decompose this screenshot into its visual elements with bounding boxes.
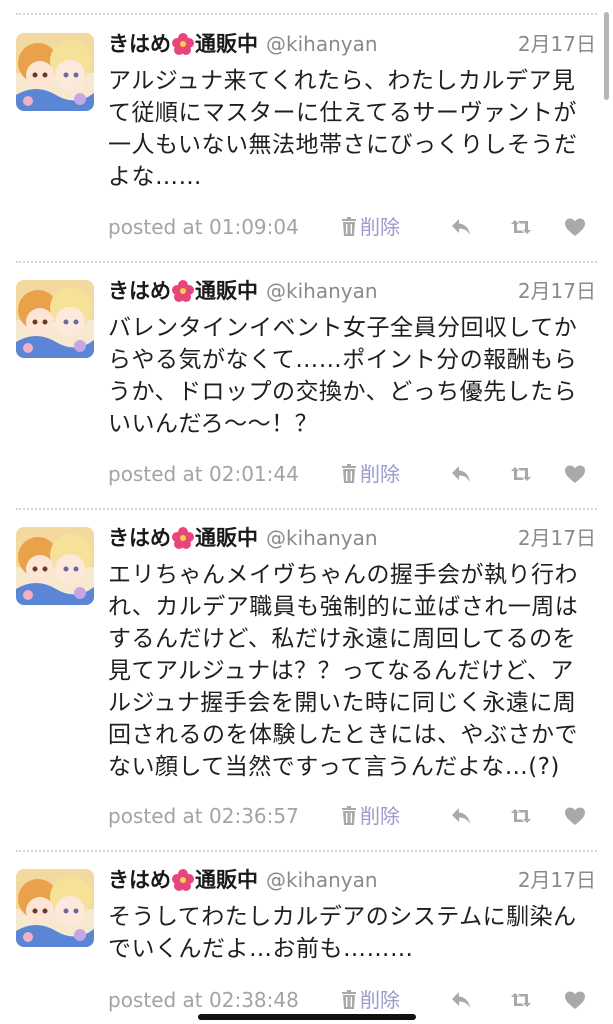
tweet-date[interactable]: 2月17日 — [518, 27, 596, 61]
tweet-header: きはめ 通販中 @kihanyan 2月17日 — [108, 863, 596, 897]
tweet-text: そうしてわたしカルデアのシステムに馴染ん でいくんだよ…お前も……… — [108, 901, 598, 965]
retweet-icon[interactable] — [509, 988, 533, 1012]
hibiscus-icon — [172, 33, 194, 55]
tweet-divider — [16, 850, 597, 852]
delete-button[interactable]: 削除 — [341, 799, 400, 833]
retweet-icon[interactable] — [509, 215, 533, 239]
posted-time: posted at 01:09:04 — [108, 215, 299, 239]
tweet-line: エリちゃんメイヴちゃんの握手会が執り行わ — [108, 562, 578, 588]
tweet-line: れ、カルデア職員も強制的に並ばされ一周は — [108, 594, 579, 620]
handle[interactable]: @kihanyan — [266, 32, 378, 56]
tweet-footer: posted at 02:38:48 削除 — [108, 983, 596, 1017]
tweet-line: て従順にマスターに仕えてるサーヴァントが — [108, 100, 577, 126]
display-name[interactable]: きはめ 通販中 — [108, 32, 258, 56]
trash-icon — [342, 806, 356, 825]
top-divider — [16, 13, 597, 15]
tweet-text: バレンタインイベント女子全員分回収してか らやる気がなくて……ポイント分の報酬も… — [108, 312, 598, 440]
display-name[interactable]: きはめ 通販中 — [108, 279, 258, 303]
tweet-line: 回されるのを体験したときには、やぶさかで — [108, 722, 578, 748]
trash-icon — [342, 217, 356, 236]
reply-icon[interactable] — [449, 804, 473, 828]
tweet-date[interactable]: 2月17日 — [518, 274, 596, 308]
tweet-line: 一人もいない無法地帯さにびっくりしそうだ — [108, 132, 578, 158]
heart-icon[interactable] — [563, 804, 587, 828]
scrollbar[interactable] — [604, 12, 609, 100]
tweet-line: アルジュナ来てくれたら、わたしカルデア見 — [108, 68, 576, 94]
tweet-line: 見てアルジュナは？？ってなるんだけど、ア — [108, 658, 574, 684]
trash-icon — [342, 990, 356, 1009]
tweet-text: アルジュナ来てくれたら、わたしカルデア見 て従順にマスターに仕えてるサーヴァント… — [108, 65, 598, 193]
handle[interactable]: @kihanyan — [266, 279, 378, 303]
tweet-line: らやる気がなくて……ポイント分の報酬もら — [108, 347, 578, 373]
reply-icon[interactable] — [449, 215, 473, 239]
delete-label[interactable]: 削除 — [360, 215, 400, 239]
tweet-footer: posted at 02:01:44 削除 — [108, 457, 596, 491]
heart-icon[interactable] — [563, 462, 587, 486]
delete-label[interactable]: 削除 — [360, 462, 400, 486]
hibiscus-icon — [172, 869, 194, 891]
tweet-line: バレンタインイベント女子全員分回収してか — [108, 315, 578, 341]
display-name[interactable]: きはめ 通販中 — [108, 868, 258, 892]
tweet-line: ルジュナ握手会を開いた時に同じく永遠に周 — [108, 690, 577, 716]
tweet-footer: posted at 02:36:57 削除 — [108, 799, 596, 833]
home-indicator[interactable] — [198, 1014, 416, 1020]
display-name[interactable]: きはめ 通販中 — [108, 526, 258, 550]
posted-time: posted at 02:38:48 — [108, 988, 299, 1012]
delete-button[interactable]: 削除 — [341, 210, 400, 244]
hibiscus-icon — [172, 527, 194, 549]
avatar[interactable] — [16, 33, 94, 111]
tweet-date[interactable]: 2月17日 — [518, 863, 596, 897]
timeline-feed: きはめ 通販中 @kihanyan 2月17日 アルジュナ来てくれたら、わたしカルデ… — [0, 0, 613, 1024]
heart-icon[interactable] — [563, 215, 587, 239]
handle[interactable]: @kihanyan — [266, 868, 378, 892]
posted-time: posted at 02:36:57 — [108, 804, 299, 828]
tweet-header: きはめ 通販中 @kihanyan 2月17日 — [108, 274, 596, 308]
tweet-line: するんだけど、私だけ永遠に周回してるのを — [108, 626, 577, 652]
reply-icon[interactable] — [449, 988, 473, 1012]
tweet-line: ない顔して当然ですって言うんだよな…(?) — [108, 754, 560, 780]
tweet-date[interactable]: 2月17日 — [518, 521, 596, 555]
handle[interactable]: @kihanyan — [266, 526, 378, 550]
delete-button[interactable]: 削除 — [341, 983, 400, 1017]
tweet-line: そうしてわたしカルデアのシステムに馴染ん — [108, 904, 577, 930]
tweet-header: きはめ 通販中 @kihanyan 2月17日 — [108, 521, 596, 555]
reply-icon[interactable] — [449, 462, 473, 486]
retweet-icon[interactable] — [509, 804, 533, 828]
delete-label[interactable]: 削除 — [360, 804, 400, 828]
delete-button[interactable]: 削除 — [341, 457, 400, 491]
tweet-line: いいんだろ〜〜！？ — [108, 411, 319, 437]
posted-time: posted at 02:01:44 — [108, 462, 299, 486]
hibiscus-icon — [172, 280, 194, 302]
tweet-text: エリちゃんメイヴちゃんの握手会が執り行わ れ、カルデア職員も強制的に並ばされ一周… — [108, 559, 598, 783]
heart-icon[interactable] — [563, 988, 587, 1012]
trash-icon — [342, 464, 356, 483]
tweet-divider — [16, 261, 597, 263]
tweet-line: うか、ドロップの交換か、どっち優先したら — [108, 379, 578, 405]
avatar[interactable] — [16, 869, 94, 947]
avatar[interactable] — [16, 280, 94, 358]
tweet-header: きはめ 通販中 @kihanyan 2月17日 — [108, 27, 596, 61]
avatar[interactable] — [16, 527, 94, 605]
tweet-line: でいくんだよ…お前も……… — [108, 936, 414, 962]
retweet-icon[interactable] — [509, 462, 533, 486]
tweet-footer: posted at 01:09:04 削除 — [108, 210, 596, 244]
tweet-divider — [16, 508, 597, 510]
tweet-line: よな…… — [108, 164, 202, 190]
delete-label[interactable]: 削除 — [360, 988, 400, 1012]
